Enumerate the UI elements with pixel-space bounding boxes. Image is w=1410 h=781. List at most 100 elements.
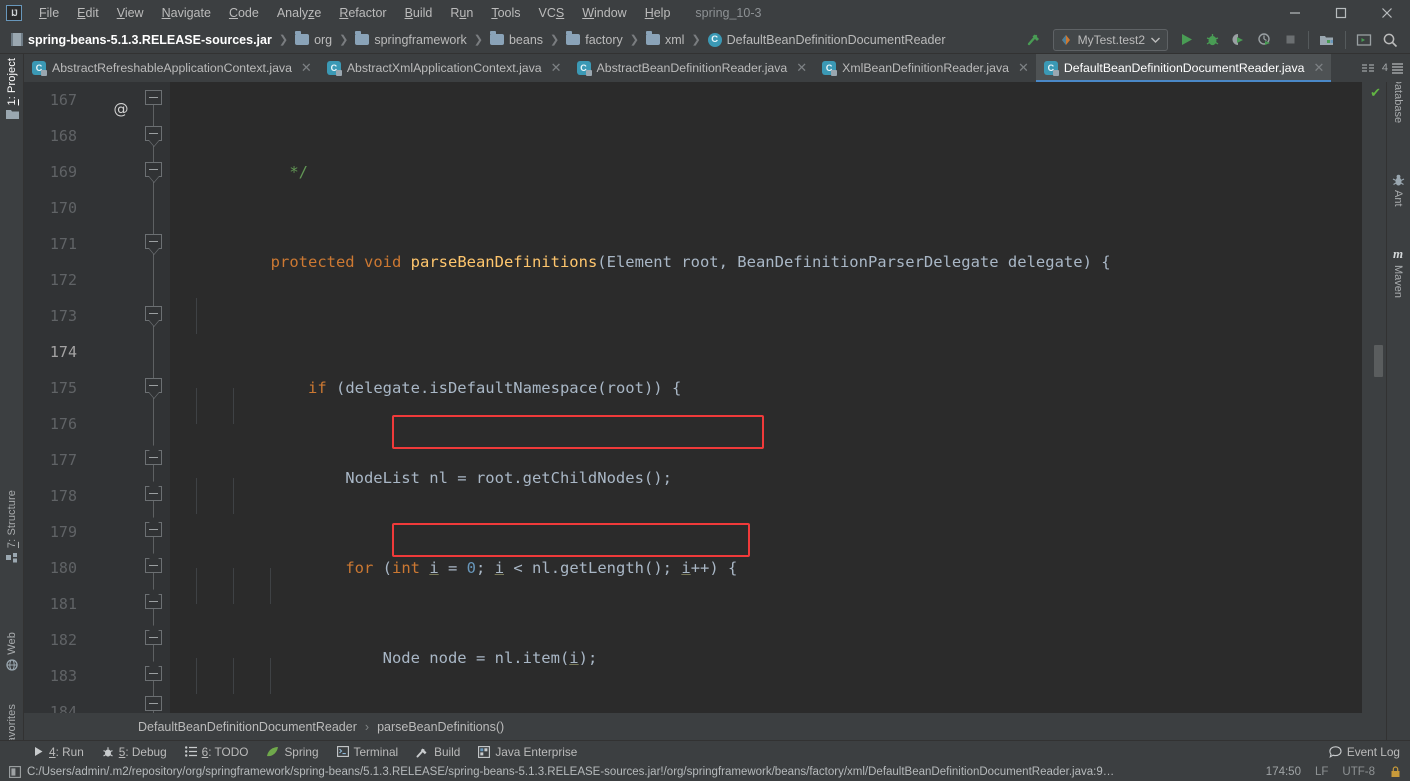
- code-line[interactable]: NodeList nl = root.getChildNodes();: [170, 388, 1386, 487]
- tool-button-run[interactable]: 4: Run: [24, 743, 93, 761]
- tool-button-todo[interactable]: 6: TODO: [176, 743, 258, 761]
- menu-window[interactable]: Window: [573, 3, 635, 23]
- tab-close-icon[interactable]: ✕: [796, 60, 807, 76]
- menu-vcs[interactable]: VCS: [530, 3, 574, 23]
- menu-edit[interactable]: Edit: [68, 3, 108, 23]
- code-editor[interactable]: 167 168 169 170 171 172 173 174 175 176 …: [24, 82, 1386, 713]
- status-line-separator[interactable]: LF: [1315, 766, 1328, 778]
- status-file-path[interactable]: C:/Users/admin/.m2/repository/org/spring…: [27, 766, 1114, 778]
- tab-abstractrefreshableapplicationcontext[interactable]: C AbstractRefreshableApplicationContext.…: [24, 54, 319, 82]
- sidebar-item-ant[interactable]: Ant: [1386, 174, 1410, 207]
- menu-navigate[interactable]: Navigate: [153, 3, 220, 23]
- intellij-window: IJ File Edit View Navigate Code Analyze …: [0, 0, 1410, 781]
- line-number: 178: [49, 487, 77, 505]
- line-number: 182: [49, 631, 77, 649]
- tab-abstractbeandefinitionreader[interactable]: C AbstractBeanDefinitionReader.java ✕: [569, 54, 815, 82]
- stop-button[interactable]: [1278, 28, 1302, 52]
- editor-marker-bar[interactable]: ✔: [1362, 82, 1386, 713]
- tab-label: AbstractBeanDefinitionReader.java: [596, 61, 788, 75]
- fold-marker: [145, 162, 162, 177]
- chevron-down-icon: [1151, 37, 1160, 43]
- code-token: parseBeanDefinitions: [410, 253, 598, 271]
- tool-button-terminal[interactable]: Terminal: [328, 743, 408, 761]
- tool-button-java-enterprise[interactable]: Java Enterprise: [469, 743, 586, 761]
- breadcrumb-item-jar[interactable]: spring-beans-5.1.3.RELEASE-sources.jar: [8, 32, 275, 48]
- code-folding-column[interactable]: [142, 82, 166, 713]
- tab-abstractxmlapplicationcontext[interactable]: C AbstractXmlApplicationContext.java ✕: [319, 54, 569, 82]
- breadcrumb-item-xml[interactable]: xml: [643, 31, 687, 48]
- annotation-override-icon[interactable]: @: [108, 100, 134, 118]
- tool-button-spring[interactable]: Spring: [257, 743, 327, 761]
- build-hammer-icon: [416, 748, 427, 757]
- editor-gutter[interactable]: 167 168 169 170 171 172 173 174 175 176 …: [24, 82, 170, 713]
- menu-view[interactable]: View: [108, 3, 153, 23]
- menu-build[interactable]: Build: [396, 3, 442, 23]
- breadcrumb-item-springframework[interactable]: springframework: [352, 31, 469, 48]
- menu-file[interactable]: File: [30, 3, 68, 23]
- breadcrumb-item-org[interactable]: org: [292, 31, 335, 48]
- maven-icon: m: [1392, 246, 1404, 261]
- menu-code[interactable]: Code: [220, 3, 268, 23]
- code-line[interactable]: for (int i = 0; i < nl.getLength(); i++)…: [170, 478, 1386, 577]
- breadcrumb-class[interactable]: DefaultBeanDefinitionDocumentReader: [138, 720, 357, 734]
- left-tool-strip: 1: Project 7: Structure Web 2: Favorites: [0, 54, 24, 779]
- status-encoding[interactable]: UTF-8: [1342, 766, 1375, 778]
- maximize-button[interactable]: [1318, 0, 1364, 26]
- web-globe-icon: [6, 659, 18, 671]
- breadcrumb-item-beans[interactable]: beans: [487, 31, 546, 48]
- inspection-ok-icon[interactable]: ✔: [1370, 85, 1381, 101]
- sidebar-item-project[interactable]: 1: Project: [0, 58, 24, 120]
- code-line[interactable]: Node node = nl.item(i);: [170, 568, 1386, 667]
- tool-button-build[interactable]: Build: [407, 743, 469, 761]
- debug-button[interactable]: [1200, 28, 1224, 52]
- code-line[interactable]: if (node instanceof Element) {: [170, 658, 1386, 694]
- tabs-overflow[interactable]: 4: [1356, 54, 1410, 82]
- tab-xmlbeandefinitionreader[interactable]: C XmlBeanDefinitionReader.java ✕: [814, 54, 1036, 82]
- run-button[interactable]: [1174, 28, 1198, 52]
- menu-help[interactable]: Help: [636, 3, 680, 23]
- code-content[interactable]: */ protected void parseBeanDefinitions(E…: [170, 82, 1386, 713]
- status-caret-position[interactable]: 174:50: [1266, 766, 1301, 778]
- tab-defaultbeandefinitiondocumentreader[interactable]: C DefaultBeanDefinitionDocumentReader.ja…: [1035, 54, 1332, 82]
- sidebar-item-maven[interactable]: m Maven: [1386, 246, 1410, 298]
- tab-close-icon[interactable]: ✕: [1018, 60, 1029, 76]
- close-button[interactable]: [1364, 0, 1410, 26]
- menu-tools[interactable]: Tools: [482, 3, 529, 23]
- lock-icon[interactable]: [1389, 765, 1402, 778]
- tab-close-icon[interactable]: ✕: [551, 60, 562, 76]
- profile-button[interactable]: [1252, 28, 1276, 52]
- run-configuration-selector[interactable]: MyTest.test2: [1052, 28, 1168, 51]
- minimize-button[interactable]: [1272, 0, 1318, 26]
- code-token: ) {: [1082, 253, 1111, 271]
- line-number: 177: [49, 451, 77, 469]
- tab-close-icon[interactable]: ✕: [1313, 60, 1324, 76]
- sidebar-item-structure[interactable]: 7: Structure: [0, 490, 24, 563]
- horizontal-scrollbar[interactable]: [170, 704, 1386, 713]
- breadcrumb-item-class[interactable]: C DefaultBeanDefinitionDocumentReader: [705, 32, 949, 48]
- breadcrumb-separator: ❯: [278, 34, 289, 46]
- menu-refactor[interactable]: Refactor: [330, 3, 395, 23]
- code-line[interactable]: */: [170, 118, 1386, 181]
- sidebar-item-web[interactable]: Web: [0, 632, 24, 671]
- terminal-button[interactable]: [1352, 28, 1376, 52]
- sidebar-item-label: 1: Project: [6, 58, 18, 106]
- menu-run[interactable]: Run: [441, 3, 482, 23]
- tool-button-debug[interactable]: 5: Debug: [93, 743, 176, 761]
- build-hammer-icon[interactable]: [1023, 28, 1047, 52]
- event-log-button[interactable]: Event Log: [1329, 745, 1410, 759]
- tab-close-icon[interactable]: ✕: [301, 60, 312, 76]
- breadcrumb-item-factory[interactable]: factory: [563, 31, 626, 48]
- run-with-coverage-button[interactable]: [1226, 28, 1250, 52]
- search-icon[interactable]: [1378, 28, 1402, 52]
- breadcrumb-separator: ›: [364, 719, 370, 734]
- code-line[interactable]: if (delegate.isDefaultNamespace(root)) {: [170, 298, 1386, 397]
- breadcrumb-label: factory: [585, 32, 623, 47]
- main-menu: File Edit View Navigate Code Analyze Ref…: [30, 3, 679, 23]
- navigation-bar: spring-beans-5.1.3.RELEASE-sources.jar ❯…: [0, 26, 1410, 54]
- line-number: 173: [49, 307, 77, 325]
- vertical-scrollbar-thumb[interactable]: [1374, 345, 1383, 377]
- menu-analyze[interactable]: Analyze: [268, 3, 330, 23]
- breadcrumb-method[interactable]: parseBeanDefinitions(): [377, 720, 504, 734]
- project-structure-button[interactable]: [1315, 28, 1339, 52]
- code-line[interactable]: protected void parseBeanDefinitions(Elem…: [170, 208, 1386, 271]
